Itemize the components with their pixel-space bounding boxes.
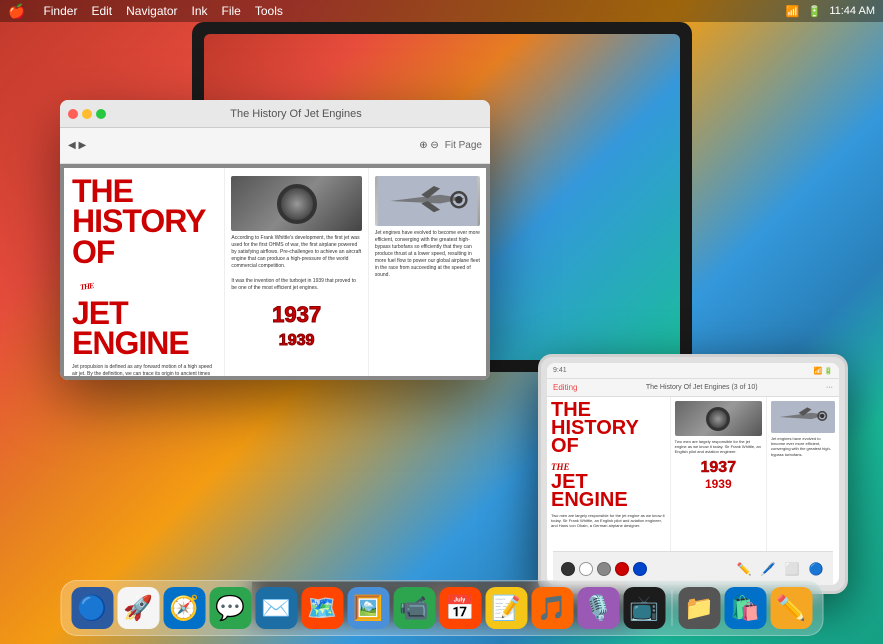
- dock-photos[interactable]: 🖼️: [347, 587, 389, 629]
- dock-maps[interactable]: 🗺️: [301, 587, 343, 629]
- dock: 🔵 🚀 🧭 💬 ✉️ 🗺️ 🖼️ 📹 📅 📝 🎵 🎙️ 📺 📁 🛍️ ✏️: [60, 580, 823, 636]
- menu-file[interactable]: File: [222, 4, 241, 18]
- menu-tools[interactable]: Tools: [255, 4, 283, 18]
- ipad-airplane-image: [771, 401, 835, 433]
- ipad-menubar: 9:41 📶 🔋: [547, 363, 839, 379]
- ipad-doc-title: The History Of Jet Engines (3 of 10): [581, 384, 822, 391]
- editing-label[interactable]: Editing: [553, 383, 577, 392]
- ipad: 9:41 📶 🔋 Editing The History Of Jet Engi…: [538, 354, 848, 594]
- ipad-year-1937: 1937: [675, 459, 762, 477]
- pdf-toolbar: ◀ ▶ ⊕ ⊖ Fit Page: [60, 128, 490, 164]
- pdf-left-column: THE HISTORY OF The JET ENGINE Jet propul…: [64, 168, 224, 376]
- airplane-image: [375, 176, 480, 226]
- wifi-icon: 📶: [786, 5, 800, 18]
- dock-notes[interactable]: 📝: [485, 587, 527, 629]
- pdf-page: THE HISTORY OF The JET ENGINE Jet propul…: [64, 168, 486, 376]
- battery-icon: 🔋: [808, 5, 822, 18]
- pdf-caption: It was the invention of the turbojet in …: [231, 278, 361, 292]
- dock-separator: [671, 590, 672, 626]
- ipad-left-col: THE HISTORY OF The JET ENGINE Two men ar…: [547, 397, 670, 569]
- dock-calendar[interactable]: 📅: [439, 587, 481, 629]
- year-1937: 1937: [231, 302, 361, 328]
- engine-image: [231, 176, 361, 231]
- ipad-toolbar-actions[interactable]: ···: [826, 384, 833, 391]
- menu-bar-left: 🍎 Finder Edit Navigator Ink File Tools: [8, 3, 283, 20]
- ipad-engine-image: [675, 401, 762, 436]
- toolbar-nav-icon[interactable]: ◀ ▶: [68, 140, 86, 151]
- ipad-body-left: Two men are largely responsible for the …: [551, 513, 666, 529]
- dock-podcasts[interactable]: 🎙️: [577, 587, 619, 629]
- pdf-mid-column: According to Frank Whittle's development…: [224, 168, 367, 376]
- handwriting-annotation-the: The: [80, 282, 94, 291]
- ipad-status-right: 📶 🔋: [814, 367, 833, 375]
- dock-safari[interactable]: 🧭: [163, 587, 205, 629]
- pdf-body-right: Jet engines have evolved to become ever …: [375, 230, 480, 279]
- ipad-content: THE HISTORY OF The JET ENGINE Two men ar…: [547, 397, 839, 569]
- ipad-right-text: Jet engines have evolved to become ever …: [771, 436, 835, 457]
- pdf-title-text: THE HISTORY OF The JET ENGINE: [72, 176, 216, 358]
- eraser-tool-icon[interactable]: ⬜: [783, 560, 801, 578]
- engine-circle-graphic: [277, 184, 317, 224]
- dock-facetime[interactable]: 📹: [393, 587, 435, 629]
- drawing-tools: ✏️ 🖊️ ⬜ 🔵: [735, 560, 825, 578]
- ipad-mid-text: Two men are largely responsible for the …: [675, 439, 762, 455]
- color-black[interactable]: [561, 562, 575, 576]
- maximize-button[interactable]: [96, 109, 106, 119]
- dock-finder[interactable]: 🔵: [71, 587, 113, 629]
- pdf-body-mid: According to Frank Whittle's development…: [231, 235, 361, 270]
- menu-bar: 🍎 Finder Edit Navigator Ink File Tools 📶…: [0, 0, 883, 22]
- apple-menu[interactable]: 🍎: [8, 3, 25, 20]
- ipad-title-text: THE HISTORY OF The JET ENGINE: [551, 401, 666, 509]
- pencil-tool-icon[interactable]: ✏️: [735, 560, 753, 578]
- minimize-button[interactable]: [82, 109, 92, 119]
- color-blue[interactable]: [633, 562, 647, 576]
- color-white[interactable]: [579, 562, 593, 576]
- dock-files[interactable]: 📁: [678, 587, 720, 629]
- pdf-titlebar: The History Of Jet Engines: [60, 100, 490, 128]
- desktop: 🍎 Finder Edit Navigator Ink File Tools 📶…: [0, 0, 883, 644]
- menu-finder[interactable]: Finder: [43, 4, 77, 18]
- ipad-year-1939: 1939: [675, 477, 762, 491]
- ipad-mid-col: Two men are largely responsible for the …: [670, 397, 766, 569]
- menu-navigator[interactable]: Navigator: [126, 4, 177, 18]
- ipad-annotation-the: The: [551, 462, 570, 472]
- color-red[interactable]: [615, 562, 629, 576]
- toolbar-page-info: Fit Page: [445, 140, 482, 151]
- ipad-screen: 9:41 📶 🔋 Editing The History Of Jet Engi…: [547, 363, 839, 585]
- ipad-engine-circle: [706, 407, 730, 431]
- menu-ink[interactable]: Ink: [192, 4, 208, 18]
- pdf-right-column: Jet engines have evolved to become ever …: [368, 168, 486, 376]
- ipad-toolbar: Editing The History Of Jet Engines (3 of…: [547, 379, 839, 397]
- year-1939: 1939: [231, 332, 361, 350]
- ipad-status-left: 9:41: [553, 367, 567, 374]
- toolbar-zoom[interactable]: ⊕ ⊖: [419, 140, 439, 151]
- menu-bar-right: 📶 🔋 11:44 AM: [786, 5, 875, 18]
- dock-messages[interactable]: 💬: [209, 587, 251, 629]
- menu-edit[interactable]: Edit: [91, 4, 112, 18]
- color-gray[interactable]: [597, 562, 611, 576]
- color-palette[interactable]: [561, 562, 647, 576]
- menu-time: 11:44 AM: [829, 5, 875, 17]
- marker-tool-icon[interactable]: 🖊️: [759, 560, 777, 578]
- pdf-body-left: Jet propulsion is defined as any forward…: [72, 364, 216, 376]
- dock-launchpad[interactable]: 🚀: [117, 587, 159, 629]
- dock-appstore[interactable]: 🛍️: [724, 587, 766, 629]
- dock-mail[interactable]: ✉️: [255, 587, 297, 629]
- ipad-right-col: Jet engines have evolved to become ever …: [766, 397, 839, 569]
- dock-pencil[interactable]: ✏️: [770, 587, 812, 629]
- close-button[interactable]: [68, 109, 78, 119]
- pdf-content: THE HISTORY OF The JET ENGINE Jet propul…: [60, 164, 490, 380]
- dock-music[interactable]: 🎵: [531, 587, 573, 629]
- window-title: The History Of Jet Engines: [230, 108, 361, 120]
- lasso-tool-icon[interactable]: 🔵: [807, 560, 825, 578]
- dock-tv[interactable]: 📺: [623, 587, 665, 629]
- pdf-window: The History Of Jet Engines ◀ ▶ ⊕ ⊖ Fit P…: [60, 100, 490, 380]
